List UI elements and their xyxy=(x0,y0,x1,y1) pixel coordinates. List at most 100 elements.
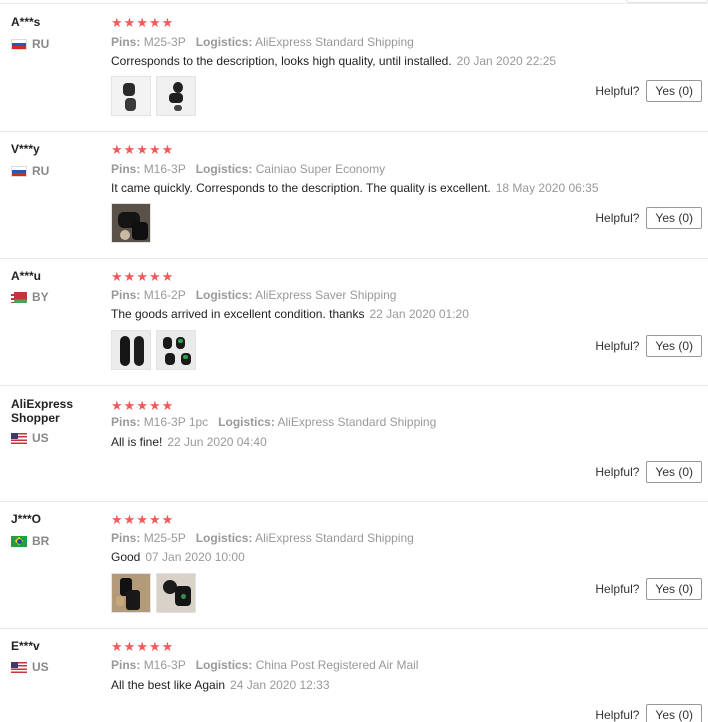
review-photo-thumbnail[interactable] xyxy=(111,330,151,370)
review-date: 07 Jan 2020 10:00 xyxy=(145,550,245,564)
country-code: RU xyxy=(32,164,50,178)
helpful-label: Helpful? xyxy=(595,339,640,353)
review-photo-thumbnail[interactable] xyxy=(156,330,196,370)
buyer-name: J***O xyxy=(11,512,42,526)
logistics-value: Cainiao Super Economy xyxy=(255,162,386,176)
pins-value: M16-3P xyxy=(143,162,186,176)
helpful-label: Helpful? xyxy=(595,84,640,98)
logistics-label: Logistics: xyxy=(195,288,253,302)
helpful-yes-button[interactable]: Yes (0) xyxy=(646,461,702,483)
russia-flag-icon xyxy=(11,165,27,177)
review-divider xyxy=(0,501,708,502)
star-rating: ★★★★★ xyxy=(111,270,174,283)
review-text: All is fine! xyxy=(111,435,163,449)
country-code: BR xyxy=(32,534,50,548)
helpful-yes-button[interactable]: Yes (0) xyxy=(646,578,702,600)
star-rating: ★★★★★ xyxy=(111,640,174,653)
review-text: Corresponds to the description, looks hi… xyxy=(111,54,452,68)
review-date: 22 Jan 2020 01:20 xyxy=(369,307,469,321)
logistics-value: AliExpress Standard Shipping xyxy=(255,531,414,545)
usa-flag-icon xyxy=(11,661,27,673)
top-divider xyxy=(0,3,708,4)
star-icon: ★ xyxy=(136,512,149,527)
review-text: It came quickly. Corresponds to the desc… xyxy=(111,181,491,195)
review-date: 22 Jun 2020 04:40 xyxy=(167,435,267,449)
pins-value: M25-3P xyxy=(143,35,186,49)
review-body: Corresponds to the description, looks hi… xyxy=(111,54,556,68)
logistics-value: AliExpress Standard Shipping xyxy=(277,415,437,429)
buyer-name: A***s xyxy=(11,15,41,29)
pins-label: Pins: xyxy=(111,415,141,429)
helpful-vote: Helpful? Yes (0) xyxy=(595,207,702,229)
helpful-yes-button[interactable]: Yes (0) xyxy=(646,704,702,722)
star-icon: ★ xyxy=(123,15,137,30)
helpful-vote: Helpful? Yes (0) xyxy=(595,335,702,357)
star-icon: ★ xyxy=(111,398,124,413)
logistics-label: Logistics: xyxy=(195,35,253,49)
helpful-yes-button[interactable]: Yes (0) xyxy=(646,335,702,357)
helpful-vote: Helpful? Yes (0) xyxy=(595,80,702,102)
star-icon: ★ xyxy=(161,398,175,413)
logistics-value: AliExpress Saver Shipping xyxy=(255,288,397,302)
review-meta: Pins: M16-3P Logistics: China Post Regist… xyxy=(111,658,418,672)
buyer-country: RU xyxy=(11,164,49,178)
review-body: All is fine! 22 Jun 2020 04:40 xyxy=(111,435,267,449)
review-photo-thumbnail[interactable] xyxy=(156,76,196,116)
helpful-vote: Helpful? Yes (0) xyxy=(595,704,702,722)
star-icon: ★ xyxy=(136,15,149,30)
review-meta: Pins: M25-3P Logistics: AliExpress Standa… xyxy=(111,35,414,49)
helpful-label: Helpful? xyxy=(595,211,640,225)
belarus-flag-icon xyxy=(11,291,27,303)
review-photo-thumbnail[interactable] xyxy=(111,573,151,613)
review-date: 20 Jan 2020 22:25 xyxy=(456,54,557,68)
review-photos xyxy=(111,330,196,370)
logistics-label: Logistics: xyxy=(195,531,253,545)
star-icon: ★ xyxy=(123,142,137,157)
logistics-value: China Post Registered Air Mail xyxy=(255,658,419,672)
buyer-name: V***y xyxy=(11,142,40,156)
review-divider xyxy=(0,258,708,259)
helpful-vote: Helpful? Yes (0) xyxy=(595,578,702,600)
review-meta: Pins: M25-5P Logistics: AliExpress Standa… xyxy=(111,531,414,545)
buyer-country: BY xyxy=(11,290,49,304)
star-icon: ★ xyxy=(148,15,162,30)
review-meta: Pins: M16-2P Logistics: AliExpress Saver … xyxy=(111,288,396,302)
review-meta: Pins: M16-3P 1pc Logistics: AliExpress St… xyxy=(111,415,436,429)
review-body: It came quickly. Corresponds to the desc… xyxy=(111,181,599,195)
review-photos xyxy=(111,573,196,613)
buyer-name: E***v xyxy=(11,639,40,653)
star-icon: ★ xyxy=(161,15,175,30)
review-photo-thumbnail[interactable] xyxy=(111,76,151,116)
helpful-yes-button[interactable]: Yes (0) xyxy=(646,80,702,102)
star-icon: ★ xyxy=(148,269,162,284)
pins-label: Pins: xyxy=(111,288,141,302)
review-item: E***v US ★★★★★ Pins: M16-3P Logistics: Ch… xyxy=(0,640,708,722)
review-divider xyxy=(0,628,708,629)
helpful-yes-button[interactable]: Yes (0) xyxy=(646,207,702,229)
star-icon: ★ xyxy=(136,398,149,413)
star-icon: ★ xyxy=(161,639,175,654)
star-icon: ★ xyxy=(123,269,137,284)
review-photo-thumbnail[interactable] xyxy=(156,573,196,613)
review-item: A***s RU ★★★★★ Pins: M25-3P Logistics: Al… xyxy=(0,16,708,132)
review-item: J***O BR ★★★★★ Pins: M25-5P Logistics: Al… xyxy=(0,513,708,629)
pins-label: Pins: xyxy=(111,162,141,176)
review-divider xyxy=(0,385,708,386)
pins-label: Pins: xyxy=(111,35,141,49)
buyer-country: RU xyxy=(11,37,49,51)
buyer-country: US xyxy=(11,660,49,674)
star-icon: ★ xyxy=(161,142,175,157)
star-icon: ★ xyxy=(111,142,124,157)
review-date: 24 Jan 2020 12:33 xyxy=(230,678,330,692)
star-icon: ★ xyxy=(161,269,175,284)
star-icon: ★ xyxy=(111,512,124,527)
review-text: All the best like Again xyxy=(111,678,226,692)
review-item: V***y RU ★★★★★ Pins: M16-3P Logistics: Ca… xyxy=(0,143,708,259)
helpful-vote: Helpful? Yes (0) xyxy=(595,461,702,483)
logistics-label: Logistics: xyxy=(195,658,253,672)
review-item: A***u BY ★★★★★ Pins: M16-2P Logistics: Al… xyxy=(0,270,708,386)
buyer-name: AliExpress Shopper xyxy=(11,397,74,425)
review-photo-thumbnail[interactable] xyxy=(111,203,151,243)
review-body: Good 07 Jan 2020 10:00 xyxy=(111,550,245,564)
review-divider xyxy=(0,131,708,132)
